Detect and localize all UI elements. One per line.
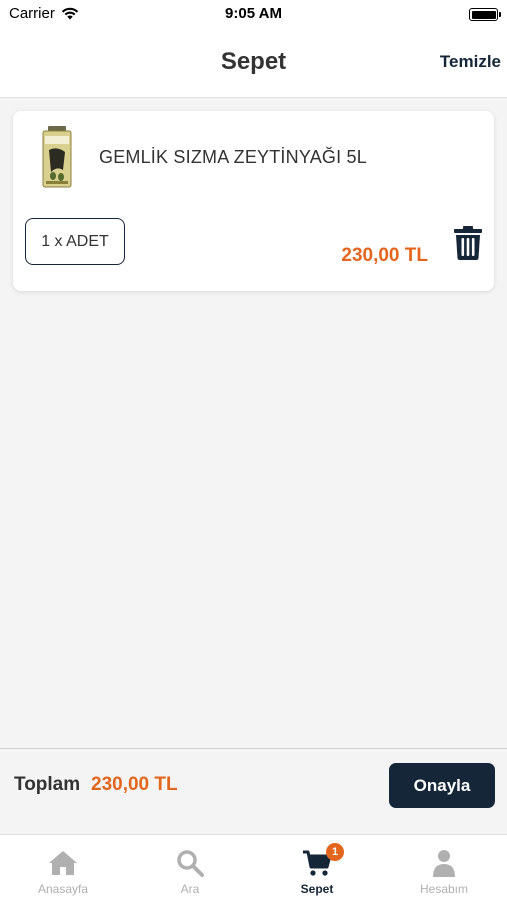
item-price: 230,00 TL — [341, 245, 428, 266]
olive-oil-product-image — [42, 126, 72, 188]
home-icon — [49, 851, 77, 875]
total-label: Toplam — [14, 774, 81, 795]
user-icon — [433, 850, 455, 877]
trash-icon[interactable] — [453, 226, 483, 260]
product-name[interactable]: GEMLİK SIZMA ZEYTİNYAĞI 5L — [99, 147, 367, 168]
status-time: 9:05 AM — [225, 5, 282, 22]
nav-header: Sepet Temizle — [0, 30, 507, 98]
page-title: Sepet — [220, 48, 287, 75]
tab-home-label: Anasayfa — [37, 882, 89, 896]
tab-account-label: Hesabım — [419, 882, 469, 896]
tab-account[interactable]: Hesabım — [381, 835, 507, 900]
total-bar: Toplam 230,00 TL Onayla — [0, 748, 507, 834]
status-bar: Carrier 9:05 AM — [0, 0, 507, 30]
tab-cart-label: Sepet — [300, 882, 334, 896]
search-icon — [177, 850, 204, 877]
confirm-button[interactable]: Onayla — [389, 763, 495, 808]
clear-cart-button[interactable]: Temizle — [440, 52, 501, 72]
cart-item-card: GEMLİK SIZMA ZEYTİNYAĞI 5L 1 x ADET 230,… — [13, 111, 494, 291]
quantity-selector[interactable]: 1 x ADET — [25, 218, 125, 265]
tab-search[interactable]: Ara — [127, 835, 253, 900]
tab-cart[interactable]: 1 Sepet — [254, 835, 380, 900]
cart-badge: 1 — [326, 843, 344, 861]
total-value: 230,00 TL — [91, 774, 178, 795]
battery-icon — [469, 8, 501, 21]
tab-search-label: Ara — [180, 882, 200, 896]
cart-screen: Carrier 9:05 AM Sepet Temizle GEMLİK SIZ… — [0, 0, 507, 900]
tab-bar: Anasayfa Ara 1 Sepet Hesabım — [0, 834, 507, 900]
tab-home[interactable]: Anasayfa — [0, 835, 126, 900]
